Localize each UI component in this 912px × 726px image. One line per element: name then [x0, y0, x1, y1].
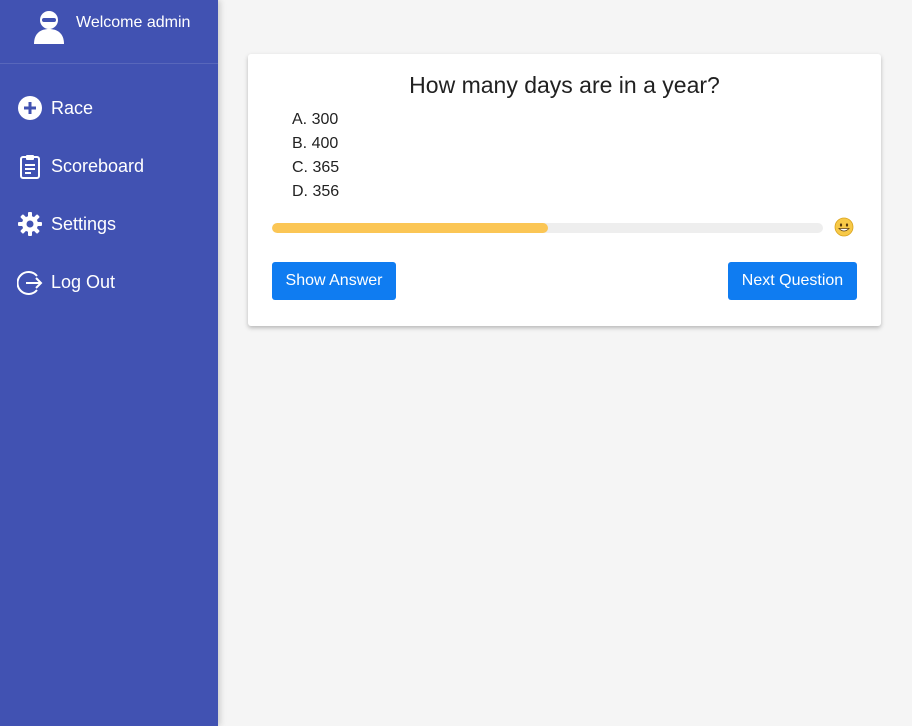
- next-question-button[interactable]: Next Question: [728, 262, 857, 300]
- sidebar-item-label: Race: [51, 98, 94, 118]
- sidebar-item-label: Settings: [51, 214, 117, 234]
- logout-icon: [17, 271, 43, 295]
- show-answer-button[interactable]: Show Answer: [272, 262, 396, 300]
- grinning-face-icon: [834, 217, 854, 237]
- gear-icon: [18, 212, 42, 236]
- sidebar-item-label: Log Out: [51, 272, 116, 292]
- sidebar-item-settings[interactable]: Settings: [0, 202, 218, 246]
- question-text: How many days are in a year?: [409, 72, 720, 98]
- progress-fill: [272, 223, 548, 233]
- question-card: How many days are in a year? A. 300 B. 4…: [248, 54, 881, 326]
- sidebar-item-label: Scoreboard: [51, 156, 145, 176]
- sidebar-item-scoreboard[interactable]: Scoreboard: [0, 144, 218, 188]
- plus-circle-icon: [18, 96, 42, 120]
- progress-bar: [272, 223, 823, 233]
- sidebar: Welcome admin Race Scoreboard Settings L…: [0, 0, 218, 726]
- option-a: A. 300: [292, 111, 339, 128]
- sidebar-item-race[interactable]: Race: [0, 86, 218, 130]
- option-b: B. 400: [292, 135, 339, 152]
- welcome-text: Welcome admin: [76, 14, 191, 31]
- clipboard-icon: [20, 155, 40, 179]
- option-d: D. 356: [292, 183, 340, 200]
- sidebar-item-logout[interactable]: Log Out: [0, 260, 218, 304]
- user-avatar-icon: [34, 11, 64, 44]
- sidebar-header: Welcome admin: [0, 0, 218, 64]
- answer-options: A. 300 B. 400 C. 365 D. 356: [292, 108, 339, 204]
- option-c: C. 365: [292, 159, 340, 176]
